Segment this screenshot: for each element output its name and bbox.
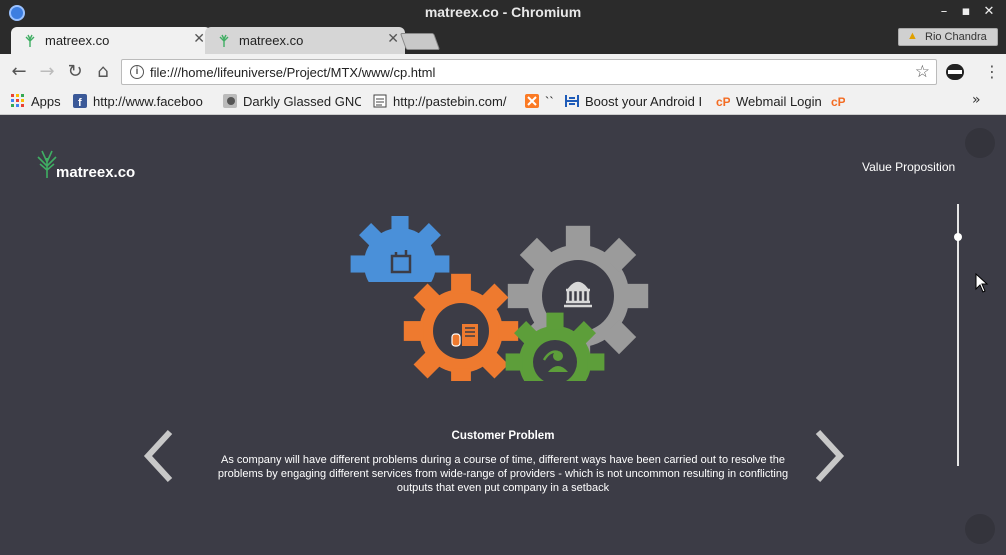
reload-button[interactable]: ↻ xyxy=(64,62,86,84)
bookmark-star-icon[interactable]: ☆ xyxy=(915,62,930,82)
next-slide-arrow-icon[interactable] xyxy=(810,428,850,484)
matreex-favicon-icon xyxy=(25,34,35,47)
profile-button[interactable]: ▲ Rio Chandra xyxy=(898,28,998,46)
bookmark-xampp[interactable]: `` xyxy=(525,94,559,112)
android-icon xyxy=(565,95,579,107)
close-window-button[interactable]: ✕ xyxy=(980,3,998,21)
window-title: matreex.co - Chromium xyxy=(424,4,582,20)
bookmark-boost-android[interactable]: Boost your Android I xyxy=(565,94,705,112)
info-icon[interactable]: i xyxy=(130,65,144,79)
bookmark-cpanel[interactable]: cP xyxy=(831,94,853,112)
incognito-extension-icon[interactable] xyxy=(946,64,964,80)
bookmark-label: http://pastebin.com/ xyxy=(393,94,507,109)
menu-kebab-icon[interactable]: ⋮ xyxy=(984,62,1000,81)
bookmarks-overflow-icon[interactable]: » xyxy=(972,92,981,108)
svg-text:f: f xyxy=(78,97,82,108)
progress-knob[interactable] xyxy=(954,233,962,241)
address-bar[interactable]: i file:///home/lifeuniverse/Project/MTX/… xyxy=(121,59,937,85)
tab-label: matreex.co xyxy=(239,33,304,48)
tab-matreex-active[interactable]: matreex.co ✕ xyxy=(11,27,211,54)
matreex-favicon-icon xyxy=(219,34,229,47)
warning-icon: ▲ xyxy=(907,30,918,42)
tab-label: matreex.co xyxy=(45,33,110,48)
mouse-cursor-icon xyxy=(975,273,989,293)
gnome-icon xyxy=(223,94,237,108)
cpanel-icon: cP xyxy=(716,95,730,108)
bookmark-label: `` xyxy=(545,94,554,109)
svg-text:cP: cP xyxy=(716,95,730,108)
tab-close-icon[interactable]: ✕ xyxy=(387,31,399,47)
profile-name: Rio Chandra xyxy=(925,31,987,43)
nav-section-label[interactable]: Value Proposition xyxy=(862,160,955,174)
bookmark-apps[interactable]: Apps xyxy=(11,94,71,112)
window-titlebar: matreex.co - Chromium – ▪ ✕ xyxy=(0,0,1006,26)
minimize-button[interactable]: – xyxy=(935,3,953,21)
tab-strip: matreex.co ✕ matreex.co ✕ ▲ Rio Chandra xyxy=(0,26,1006,54)
xampp-icon xyxy=(525,94,539,108)
gears-illustration xyxy=(350,216,649,381)
bookmark-label: Webmail Login xyxy=(736,94,822,109)
bookmark-label: Darkly Glassed GNO xyxy=(243,94,361,109)
bookmark-pastebin[interactable]: http://pastebin.com/ xyxy=(373,94,511,112)
bookmark-facebook[interactable]: f http://www.faceboo xyxy=(73,94,211,112)
bookmark-label: Boost your Android I xyxy=(585,94,703,109)
slide-description: As company will have different problems … xyxy=(217,454,789,494)
slide-title: Customer Problem xyxy=(451,430,555,442)
tab-close-icon[interactable]: ✕ xyxy=(193,31,205,47)
bookmark-label: http://www.faceboo xyxy=(93,94,203,109)
page-nav-bottom-dot[interactable] xyxy=(965,514,995,544)
svg-text:cP: cP xyxy=(831,95,845,108)
cpanel-icon: cP xyxy=(831,95,845,108)
bookmark-label: Apps xyxy=(31,94,61,109)
previous-slide-arrow-icon[interactable] xyxy=(140,428,180,484)
back-button[interactable]: ← xyxy=(8,62,30,84)
gear-orange-icon xyxy=(403,273,519,381)
forward-button[interactable]: → xyxy=(36,62,58,84)
page-content: matreex.co Value Proposition Customer Pr… xyxy=(0,116,1006,555)
tab-matreex-2[interactable]: matreex.co ✕ xyxy=(205,27,405,54)
bookmark-darkly-glassed[interactable]: Darkly Glassed GNO xyxy=(223,94,361,112)
bookmarks-bar: Apps f http://www.faceboo Darkly Glassed… xyxy=(0,90,1006,115)
browser-toolbar: ← → ↻ ⌂ i file:///home/lifeuniverse/Proj… xyxy=(0,54,1006,90)
pastebin-icon xyxy=(373,94,387,108)
progress-track xyxy=(957,204,959,466)
brand-logo[interactable]: matreex.co xyxy=(34,148,144,184)
page-nav-top-dot[interactable] xyxy=(965,128,995,158)
home-button[interactable]: ⌂ xyxy=(92,62,114,84)
facebook-icon: f xyxy=(73,94,87,108)
new-tab-button[interactable] xyxy=(399,33,441,50)
bookmark-webmail[interactable]: cP Webmail Login xyxy=(716,94,826,112)
maximize-button[interactable]: ▪ xyxy=(957,3,975,21)
address-url[interactable]: file:///home/lifeuniverse/Project/MTX/ww… xyxy=(150,65,435,80)
brand-name: matreex.co xyxy=(56,164,136,181)
apps-grid-icon xyxy=(11,94,24,107)
